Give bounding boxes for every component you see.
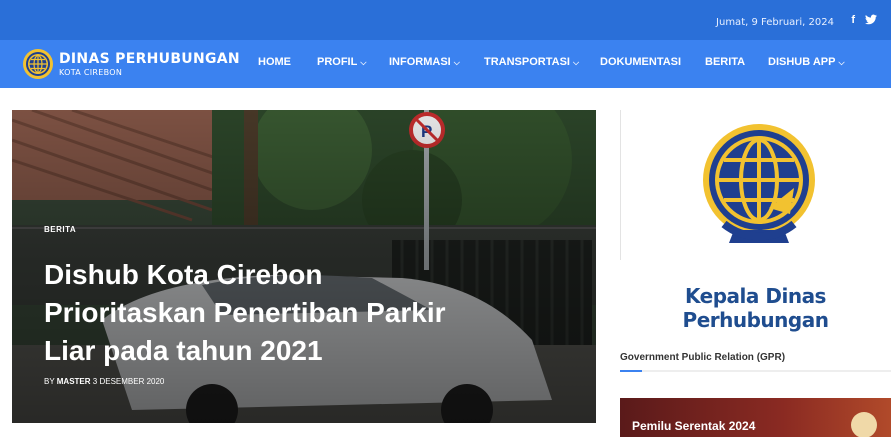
- dishub-emblem-icon: [703, 124, 815, 243]
- article-meta: BY MASTER 3 DESEMBER 2020: [44, 377, 164, 386]
- nav-transportasi[interactable]: TRANSPORTASI ⌵: [484, 56, 579, 72]
- nav-dishub-app-label: DISHUB APP: [768, 56, 836, 68]
- featured-article[interactable]: P BERITA Dishub Kota Cirebon Prioritaska…: [12, 110, 596, 423]
- kpu-logo-icon: [851, 412, 877, 437]
- author-link[interactable]: MASTER: [57, 377, 91, 386]
- twitter-icon[interactable]: [865, 14, 877, 27]
- nav-berita[interactable]: BERITA: [705, 56, 745, 72]
- nav-dokumentasi-label: DOKUMENTASI: [600, 56, 682, 68]
- chevron-down-icon: ⌵: [572, 58, 580, 67]
- current-date: Jumat, 9 Februari, 2024: [716, 17, 834, 28]
- facebook-icon[interactable]: f: [851, 14, 855, 26]
- gpr-heading: Government Public Relation (GPR): [620, 352, 786, 363]
- pemilu-banner-text: Pemilu Serentak 2024: [632, 419, 756, 433]
- heading-accent: [620, 370, 642, 372]
- pemilu-banner[interactable]: Pemilu Serentak 2024: [620, 398, 891, 437]
- sidebar-divider: [620, 110, 621, 260]
- brand-subtitle: KOTA CIREBON: [59, 68, 123, 77]
- chevron-down-icon: ⌵: [838, 58, 845, 67]
- heading-underline: [620, 370, 891, 372]
- top-bar: Jumat, 9 Februari, 2024 f: [0, 0, 891, 40]
- nav-dokumentasi[interactable]: DOKUMENTASI: [600, 56, 681, 72]
- nav-informasi[interactable]: INFORMASI ⌵: [389, 56, 460, 72]
- nav-informasi-label: INFORMASI: [389, 56, 451, 68]
- nav-transportasi-label: TRANSPORTASI: [484, 56, 570, 68]
- chevron-down-icon: ⌵: [360, 58, 367, 67]
- dishub-emblem-icon: [23, 49, 53, 79]
- category-badge[interactable]: BERITA: [44, 225, 76, 234]
- featured-article-title[interactable]: Dishub Kota Cirebon Prioritaskan Penerti…: [44, 256, 464, 370]
- nav-profil[interactable]: PROFIL ⌵: [317, 56, 366, 72]
- by-label: BY: [44, 377, 55, 386]
- nav-home-label: HOME: [258, 56, 291, 68]
- nav-dishub-app[interactable]: DISHUB APP ⌵: [768, 56, 845, 72]
- chevron-down-icon: ⌵: [453, 58, 460, 67]
- nav-berita-label: BERITA: [705, 56, 746, 68]
- nav-home[interactable]: HOME: [258, 56, 291, 72]
- kadis-heading: Kepala Dinas Perhubungan: [682, 284, 829, 332]
- publish-date: 3 DESEMBER 2020: [92, 377, 165, 386]
- nav-profil-label: PROFIL: [317, 56, 358, 68]
- site-logo[interactable]: DINAS PERHUBUNGAN KOTA CIREBON: [22, 48, 240, 82]
- brand-name: DINAS PERHUBUNGAN: [59, 51, 240, 67]
- main-navigation: DINAS PERHUBUNGAN KOTA CIREBON HOME PROF…: [0, 40, 891, 88]
